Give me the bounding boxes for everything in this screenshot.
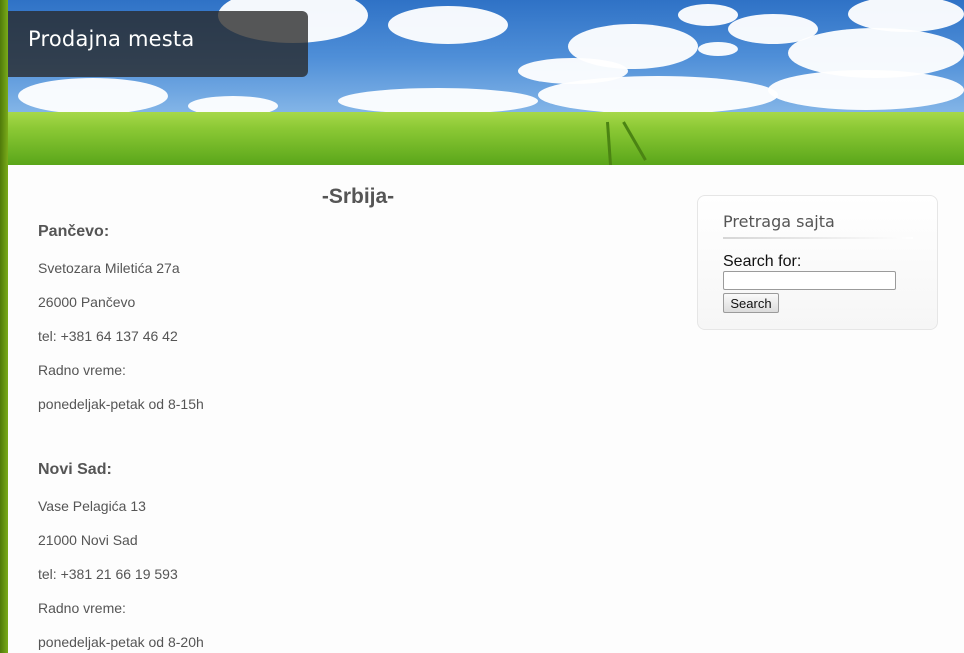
page-title: Prodajna mesta (28, 27, 195, 51)
left-accent-bar (0, 0, 8, 653)
store-street: Vase Pelagića 13 (38, 498, 146, 514)
store-city: 26000 Pančevo (38, 294, 136, 310)
main-content: -Srbija- Pančevo: Svetozara Miletića 27a… (8, 165, 964, 653)
store-phone: tel: +381 21 66 19 593 (38, 566, 178, 582)
store-city: 21000 Novi Sad (38, 532, 138, 548)
store-street: Svetozara Miletića 27a (38, 260, 180, 276)
store-hours: ponedeljak-petak od 8-15h (38, 396, 204, 412)
search-label: Search for: (723, 253, 802, 270)
store-name: Pančevo: (38, 223, 110, 240)
widget-divider (723, 237, 913, 239)
page-title-box: Prodajna mesta (8, 11, 308, 77)
search-input[interactable] (723, 271, 896, 290)
store-name: Novi Sad: (38, 461, 112, 478)
store-hours-label: Radno vreme: (38, 362, 126, 378)
search-widget: Pretraga sajta Search for: Search (697, 195, 938, 330)
store-phone: tel: +381 64 137 46 42 (38, 328, 178, 344)
search-button[interactable]: Search (723, 293, 779, 313)
store-hours: ponedeljak-petak od 8-20h (38, 634, 204, 650)
country-heading: -Srbija- (321, 185, 395, 208)
store-hours-label: Radno vreme: (38, 600, 126, 616)
search-widget-title: Pretraga sajta (723, 212, 835, 231)
